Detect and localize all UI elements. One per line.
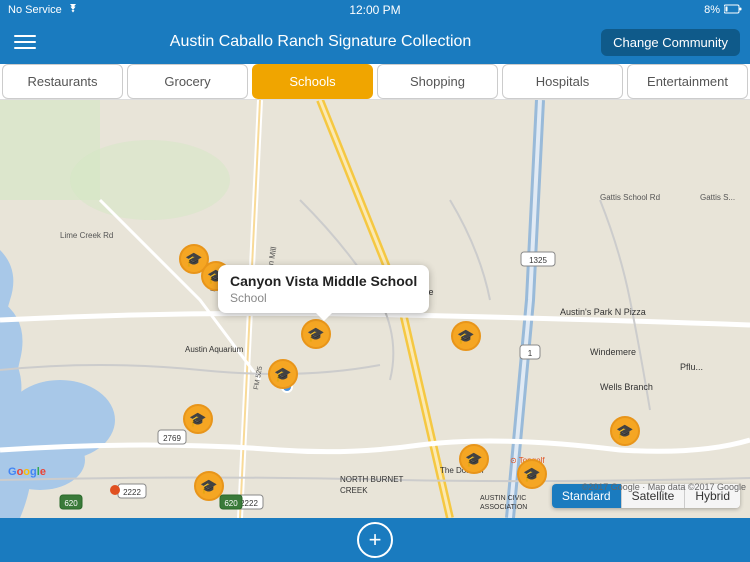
wifi-icon — [66, 4, 80, 17]
school-marker-7[interactable]: 🎓 — [193, 470, 225, 502]
map-area[interactable]: Anderson Mill 45 Jollyville Austin's Par… — [0, 100, 750, 518]
svg-text:Austin Aquarium: Austin Aquarium — [185, 345, 244, 354]
svg-text:1: 1 — [528, 349, 533, 358]
school-marker-6[interactable]: 🎓 — [182, 403, 214, 435]
status-time: 12:00 PM — [349, 3, 400, 17]
svg-text:2222: 2222 — [240, 499, 258, 508]
battery-icon — [724, 4, 742, 17]
svg-text:620: 620 — [64, 499, 78, 508]
school-marker-9[interactable]: 🎓 — [516, 458, 548, 490]
svg-text:Windemere: Windemere — [590, 347, 636, 357]
signal-text: No Service — [8, 4, 62, 16]
change-community-button[interactable]: Change Community — [601, 29, 740, 56]
svg-text:ASSOCIATION: ASSOCIATION — [480, 504, 527, 511]
tab-schools[interactable]: Schools — [252, 64, 373, 99]
marker-icon: 🎓 — [268, 359, 298, 389]
svg-text:Pflu...: Pflu... — [680, 362, 703, 372]
marker-icon: 🎓 — [194, 471, 224, 501]
tab-shopping[interactable]: Shopping — [377, 64, 498, 99]
marker-icon: 🎓 — [517, 459, 547, 489]
status-left: No Service — [8, 4, 80, 17]
hamburger-line — [14, 47, 36, 49]
marker-icon: 🎓 — [183, 404, 213, 434]
marker-icon: 🎓 — [451, 321, 481, 351]
svg-text:NORTH BURNET: NORTH BURNET — [340, 475, 404, 484]
nav-bar: Austin Caballo Ranch Signature Collectio… — [0, 20, 750, 64]
marker-icon: 🎓 — [610, 416, 640, 446]
status-bar: No Service 12:00 PM 8% — [0, 0, 750, 20]
svg-text:Austin's Park N Pizza: Austin's Park N Pizza — [560, 307, 646, 317]
hamburger-line — [14, 35, 36, 37]
map-popup[interactable]: Canyon Vista Middle School School — [218, 265, 429, 313]
svg-text:1325: 1325 — [529, 256, 547, 265]
add-button[interactable]: + — [357, 522, 393, 558]
svg-text:Gattis S...: Gattis S... — [700, 193, 735, 202]
svg-text:AUSTIN CIVIC: AUSTIN CIVIC — [480, 495, 526, 502]
school-marker-4[interactable]: 🎓 — [450, 320, 482, 352]
svg-text:620: 620 — [224, 499, 238, 508]
svg-text:Lime Creek Rd: Lime Creek Rd — [60, 231, 113, 240]
school-marker-5[interactable]: 🎓 — [609, 415, 641, 447]
marker-icon: 🎓 — [459, 444, 489, 474]
hamburger-line — [14, 41, 36, 43]
bottom-bar: + — [0, 518, 750, 562]
popup-title: Canyon Vista Middle School — [230, 273, 417, 289]
popup-subtitle: School — [230, 291, 417, 305]
map-attribution: ©2017 Google · Map data ©2017 Google — [582, 482, 746, 492]
svg-text:CREEK: CREEK — [340, 486, 368, 495]
svg-text:2769: 2769 — [163, 434, 181, 443]
school-marker-selected[interactable]: 🎓 — [267, 358, 299, 390]
tab-restaurants[interactable]: Restaurants — [2, 64, 123, 99]
tab-entertainment[interactable]: Entertainment — [627, 64, 748, 99]
tab-grocery[interactable]: Grocery — [127, 64, 248, 99]
svg-text:2222: 2222 — [123, 488, 141, 497]
svg-text:Wells Branch: Wells Branch — [600, 382, 653, 392]
status-right: 8% — [704, 4, 742, 17]
battery-text: 8% — [704, 4, 720, 16]
marker-icon: 🎓 — [301, 319, 331, 349]
tab-hospitals[interactable]: Hospitals — [502, 64, 623, 99]
svg-text:Gattis School Rd: Gattis School Rd — [600, 193, 660, 202]
school-marker-3[interactable]: 🎓 — [300, 318, 332, 350]
nav-title: Austin Caballo Ranch Signature Collectio… — [40, 33, 601, 51]
school-marker-8[interactable]: 🎓 — [458, 443, 490, 475]
category-tabs: RestaurantsGrocerySchoolsShoppingHospita… — [0, 64, 750, 100]
hamburger-button[interactable] — [10, 31, 40, 53]
google-logo: Google — [8, 466, 46, 478]
